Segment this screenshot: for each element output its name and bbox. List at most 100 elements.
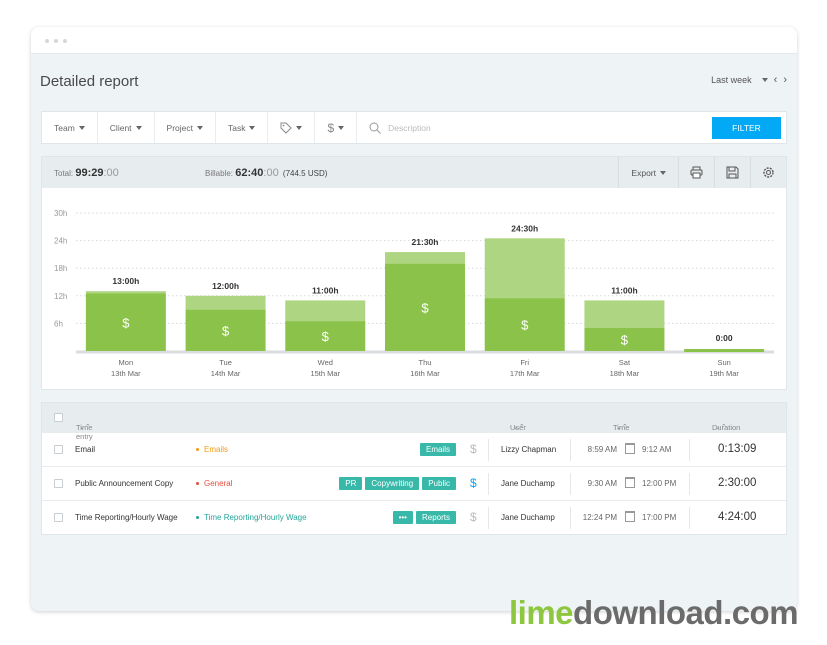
tag-filter[interactable] [268, 112, 316, 143]
calendar-icon[interactable] [625, 477, 635, 488]
x-tick-day: Sat [619, 358, 631, 367]
print-button[interactable] [678, 157, 714, 188]
entry-user[interactable]: Jane Duchamp [501, 479, 555, 488]
entry-duration[interactable]: 4:24:00 [718, 511, 756, 523]
x-tick-date: 14th Mar [211, 369, 241, 378]
row-checkbox[interactable] [54, 479, 63, 488]
entry-description[interactable]: Email [75, 445, 95, 454]
billable-dollar-icon: $ [521, 318, 529, 333]
sort-icon[interactable]: ⌄⌃ [616, 423, 628, 431]
table-row[interactable]: Email Emails Emails $ Lizzy Chapman 8:59 AM 9:… [42, 432, 786, 466]
period-selector[interactable]: Last week ‹ › [711, 74, 787, 86]
billable-dollar-icon[interactable]: $ [470, 510, 477, 524]
tag-badge[interactable]: Emails [419, 443, 456, 456]
filter-bar: Team Client Project Task $ Description F… [41, 111, 787, 144]
entry-project[interactable]: General [196, 479, 232, 488]
entry-end-time[interactable]: 12:00 PM [642, 479, 676, 488]
billable-value: 62:40 [235, 166, 264, 179]
x-tick-date: 16th Mar [410, 369, 440, 378]
entry-project[interactable]: Emails [196, 445, 228, 454]
project-dot-icon [196, 516, 199, 520]
entry-end-time[interactable]: 17:00 PM [642, 513, 676, 522]
prev-period-icon[interactable]: ‹ [774, 74, 778, 86]
total-label: Total: [54, 168, 74, 178]
entry-tags[interactable]: ••• Reports [392, 511, 456, 524]
entry-description[interactable]: Public Announcement Copy [75, 479, 173, 488]
sort-icon[interactable]: ⌄⌃ [79, 423, 91, 431]
billable-dollar-icon[interactable]: $ [470, 442, 477, 456]
next-period-icon[interactable]: › [783, 74, 787, 86]
sort-icon[interactable]: ⌄⌃ [513, 423, 525, 431]
entry-tags[interactable]: Emails [419, 443, 456, 456]
task-filter[interactable]: Task [216, 112, 269, 143]
filter-button[interactable]: FILTER [712, 116, 781, 139]
billable-seconds: :00 [263, 166, 279, 179]
entry-start-time[interactable]: 12:24 PM [583, 513, 617, 522]
entry-duration[interactable]: 0:13:09 [718, 443, 756, 455]
save-button[interactable] [714, 157, 750, 188]
entry-start-time[interactable]: 8:59 AM [588, 445, 617, 454]
app-window: Detailed report Last week ‹ › Team Clien… [31, 27, 797, 611]
team-filter[interactable]: Team [42, 112, 98, 143]
window-titlebar [31, 27, 797, 54]
sort-icon[interactable]: ⌄⌃ [715, 423, 727, 431]
entry-tags[interactable]: PR Copywriting Public [339, 477, 456, 490]
chevron-down-icon [338, 125, 345, 130]
x-tick-day: Mon [119, 358, 134, 367]
billable-filter[interactable]: $ [315, 112, 358, 143]
row-checkbox[interactable] [54, 513, 63, 522]
entry-start-time[interactable]: 9:30 AM [588, 479, 617, 488]
table-row[interactable]: Public Announcement Copy General PR Copywri… [42, 466, 786, 500]
billable-dollar-icon: $ [621, 333, 629, 348]
billable-dollar-icon: $ [122, 315, 130, 330]
chevron-down-icon [197, 125, 203, 130]
calendar-icon[interactable] [625, 443, 635, 454]
x-tick-day: Fri [520, 358, 529, 367]
watermark: limedownload.com [509, 594, 799, 632]
window-dot [63, 39, 67, 43]
x-tick-day: Wed [318, 358, 333, 367]
tag-badge[interactable]: Public [422, 477, 456, 490]
description-search[interactable]: Description [357, 122, 712, 134]
table-row[interactable]: Time Reporting/Hourly Wage Time Reporting… [42, 500, 786, 534]
export-button[interactable]: Export [618, 157, 678, 188]
team-filter-label: Team [54, 122, 75, 133]
billable-summary: Billable: 62:40:00 (744.5 USD) [205, 167, 327, 179]
select-all-checkbox[interactable] [54, 413, 63, 422]
column-divider [488, 439, 489, 461]
entry-user[interactable]: Jane Duchamp [501, 513, 555, 522]
entry-project[interactable]: Time Reporting/Hourly Wage [196, 513, 307, 522]
row-checkbox[interactable] [54, 445, 63, 454]
chevron-down-icon[interactable] [761, 78, 768, 82]
tag-badge[interactable]: Reports [415, 511, 456, 524]
window-dot [45, 39, 49, 43]
entry-duration[interactable]: 2:30:00 [718, 477, 756, 489]
billable-label: Billable: [205, 168, 234, 178]
billable-dollar-icon[interactable]: $ [470, 476, 477, 490]
total-value: 99:29 [75, 166, 104, 179]
x-tick-day: Thu [419, 358, 432, 367]
period-label[interactable]: Last week [711, 75, 752, 85]
summary-bar: Total: 99:29 :00 Billable: 62:40:00 (744.… [42, 157, 786, 188]
x-tick-day: Tue [219, 358, 232, 367]
x-tick-date: 15th Mar [310, 369, 340, 378]
x-tick-date: 13th Mar [111, 369, 141, 378]
y-tick-label: 24h [54, 237, 67, 246]
client-filter[interactable]: Client [98, 112, 155, 143]
entry-end-time[interactable]: 9:12 AM [642, 445, 671, 454]
tag-badge[interactable]: ••• [392, 511, 413, 524]
entry-description[interactable]: Time Reporting/Hourly Wage [75, 513, 178, 522]
daily-hours-chart: 30h 24h 18h 12h 6h $13:00h Mon 13th Mar $12:00h T… [54, 209, 774, 378]
y-tick-label: 12h [54, 292, 67, 301]
bar-total-label: 0:00 [716, 333, 733, 343]
tag-badge[interactable]: PR [339, 477, 363, 490]
x-tick-date: 19th Mar [709, 369, 739, 378]
tag-badge[interactable]: Copywriting [365, 477, 420, 490]
chevron-down-icon [135, 125, 142, 130]
entry-user[interactable]: Lizzy Chapman [501, 445, 556, 454]
project-filter[interactable]: Project [155, 112, 216, 143]
settings-button[interactable] [750, 157, 786, 188]
calendar-icon[interactable] [625, 511, 635, 522]
y-tick-label: 18h [54, 264, 67, 273]
x-tick-date: 18th Mar [610, 369, 640, 378]
